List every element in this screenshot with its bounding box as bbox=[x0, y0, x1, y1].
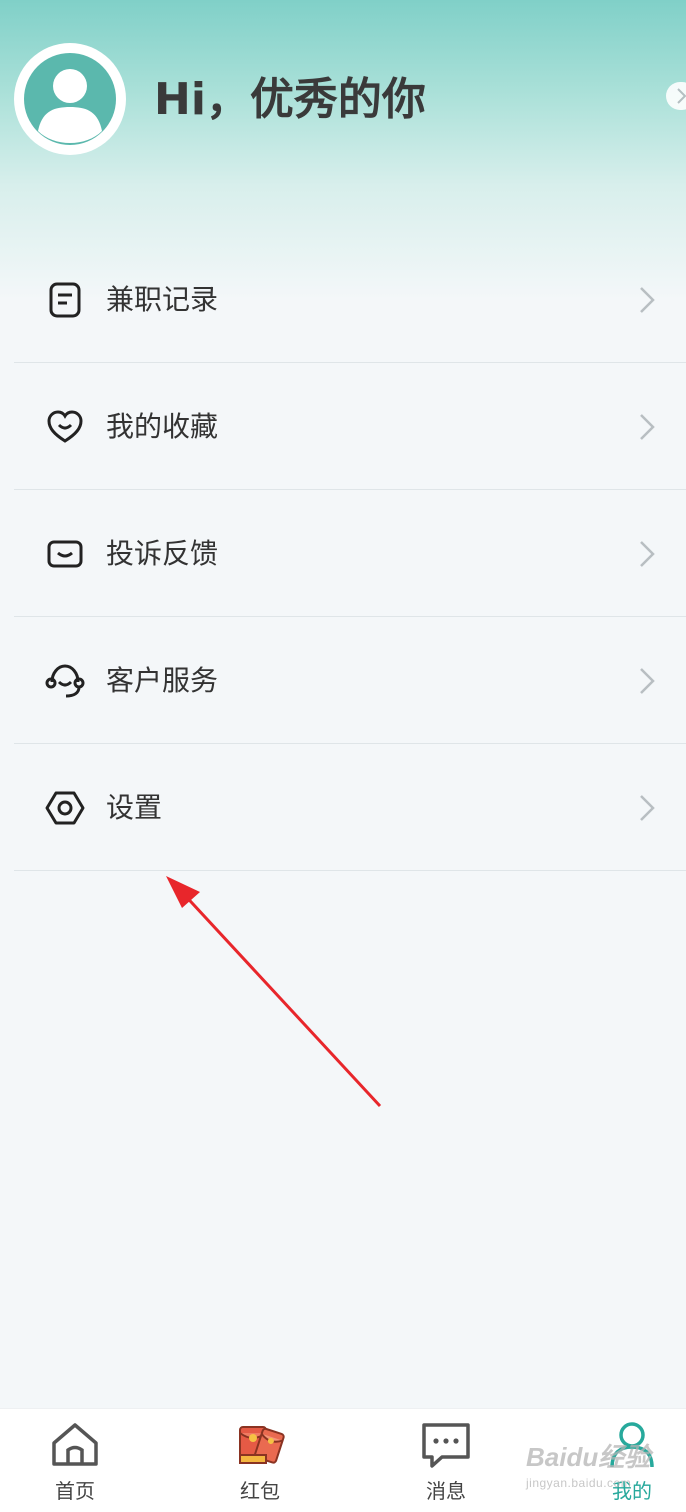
chevron-right-icon bbox=[677, 88, 686, 104]
watermark-url: jingyan.baidu.com bbox=[526, 1476, 632, 1490]
user-avatar-icon bbox=[24, 53, 116, 145]
chevron-right-icon bbox=[640, 795, 655, 821]
chevron-right-icon bbox=[640, 541, 655, 567]
heart-icon bbox=[47, 410, 83, 443]
tab-label: 红包 bbox=[240, 1479, 280, 1503]
menu-item-label: 投诉反馈 bbox=[106, 537, 219, 570]
watermark-brand: Baidu经验 bbox=[526, 1442, 651, 1472]
menu-item-customer-service[interactable]: 客户服务 bbox=[0, 617, 686, 744]
red-envelope-icon bbox=[239, 1426, 285, 1464]
document-icon bbox=[49, 282, 81, 318]
menu-item-settings[interactable]: 设置 bbox=[0, 744, 686, 871]
tab-red-envelope[interactable]: 红包 bbox=[200, 1409, 320, 1512]
menu-item-label: 兼职记录 bbox=[106, 283, 219, 316]
annotation-arrow bbox=[166, 876, 382, 1108]
menu-item-part-time-records[interactable]: 兼职记录 bbox=[0, 236, 686, 363]
settings-icon bbox=[45, 791, 85, 825]
expand-button[interactable] bbox=[666, 82, 686, 110]
menu-item-feedback[interactable]: 投诉反馈 bbox=[0, 490, 686, 617]
chevron-right-icon bbox=[640, 668, 655, 694]
menu-item-label: 客户服务 bbox=[106, 664, 219, 697]
tab-label: 首页 bbox=[55, 1479, 95, 1503]
menu-item-favorites[interactable]: 我的收藏 bbox=[0, 363, 686, 490]
menu-list: 兼职记录 我的收藏 投诉反馈 客户服务 设置 bbox=[0, 236, 686, 871]
chevron-right-icon bbox=[640, 414, 655, 440]
tab-label: 消息 bbox=[426, 1479, 466, 1503]
greeting-text: Hi，优秀的你 bbox=[154, 74, 426, 125]
menu-item-label: 我的收藏 bbox=[106, 410, 219, 443]
watermark: Baidu经验 jingyan.baidu.com bbox=[526, 1437, 686, 1507]
message-icon bbox=[422, 1423, 470, 1468]
tab-messages[interactable]: 消息 bbox=[386, 1409, 506, 1512]
headset-icon bbox=[45, 664, 85, 698]
avatar[interactable] bbox=[14, 43, 126, 155]
chevron-right-icon bbox=[640, 287, 655, 313]
feedback-icon bbox=[47, 540, 83, 568]
menu-item-label: 设置 bbox=[106, 791, 163, 824]
bottom-tab-bar: 首页 红包 消息 我的 Baidu经验 jingyan.baidu.com bbox=[0, 1408, 686, 1512]
tab-home[interactable]: 首页 bbox=[15, 1409, 135, 1512]
home-icon bbox=[52, 1423, 98, 1466]
